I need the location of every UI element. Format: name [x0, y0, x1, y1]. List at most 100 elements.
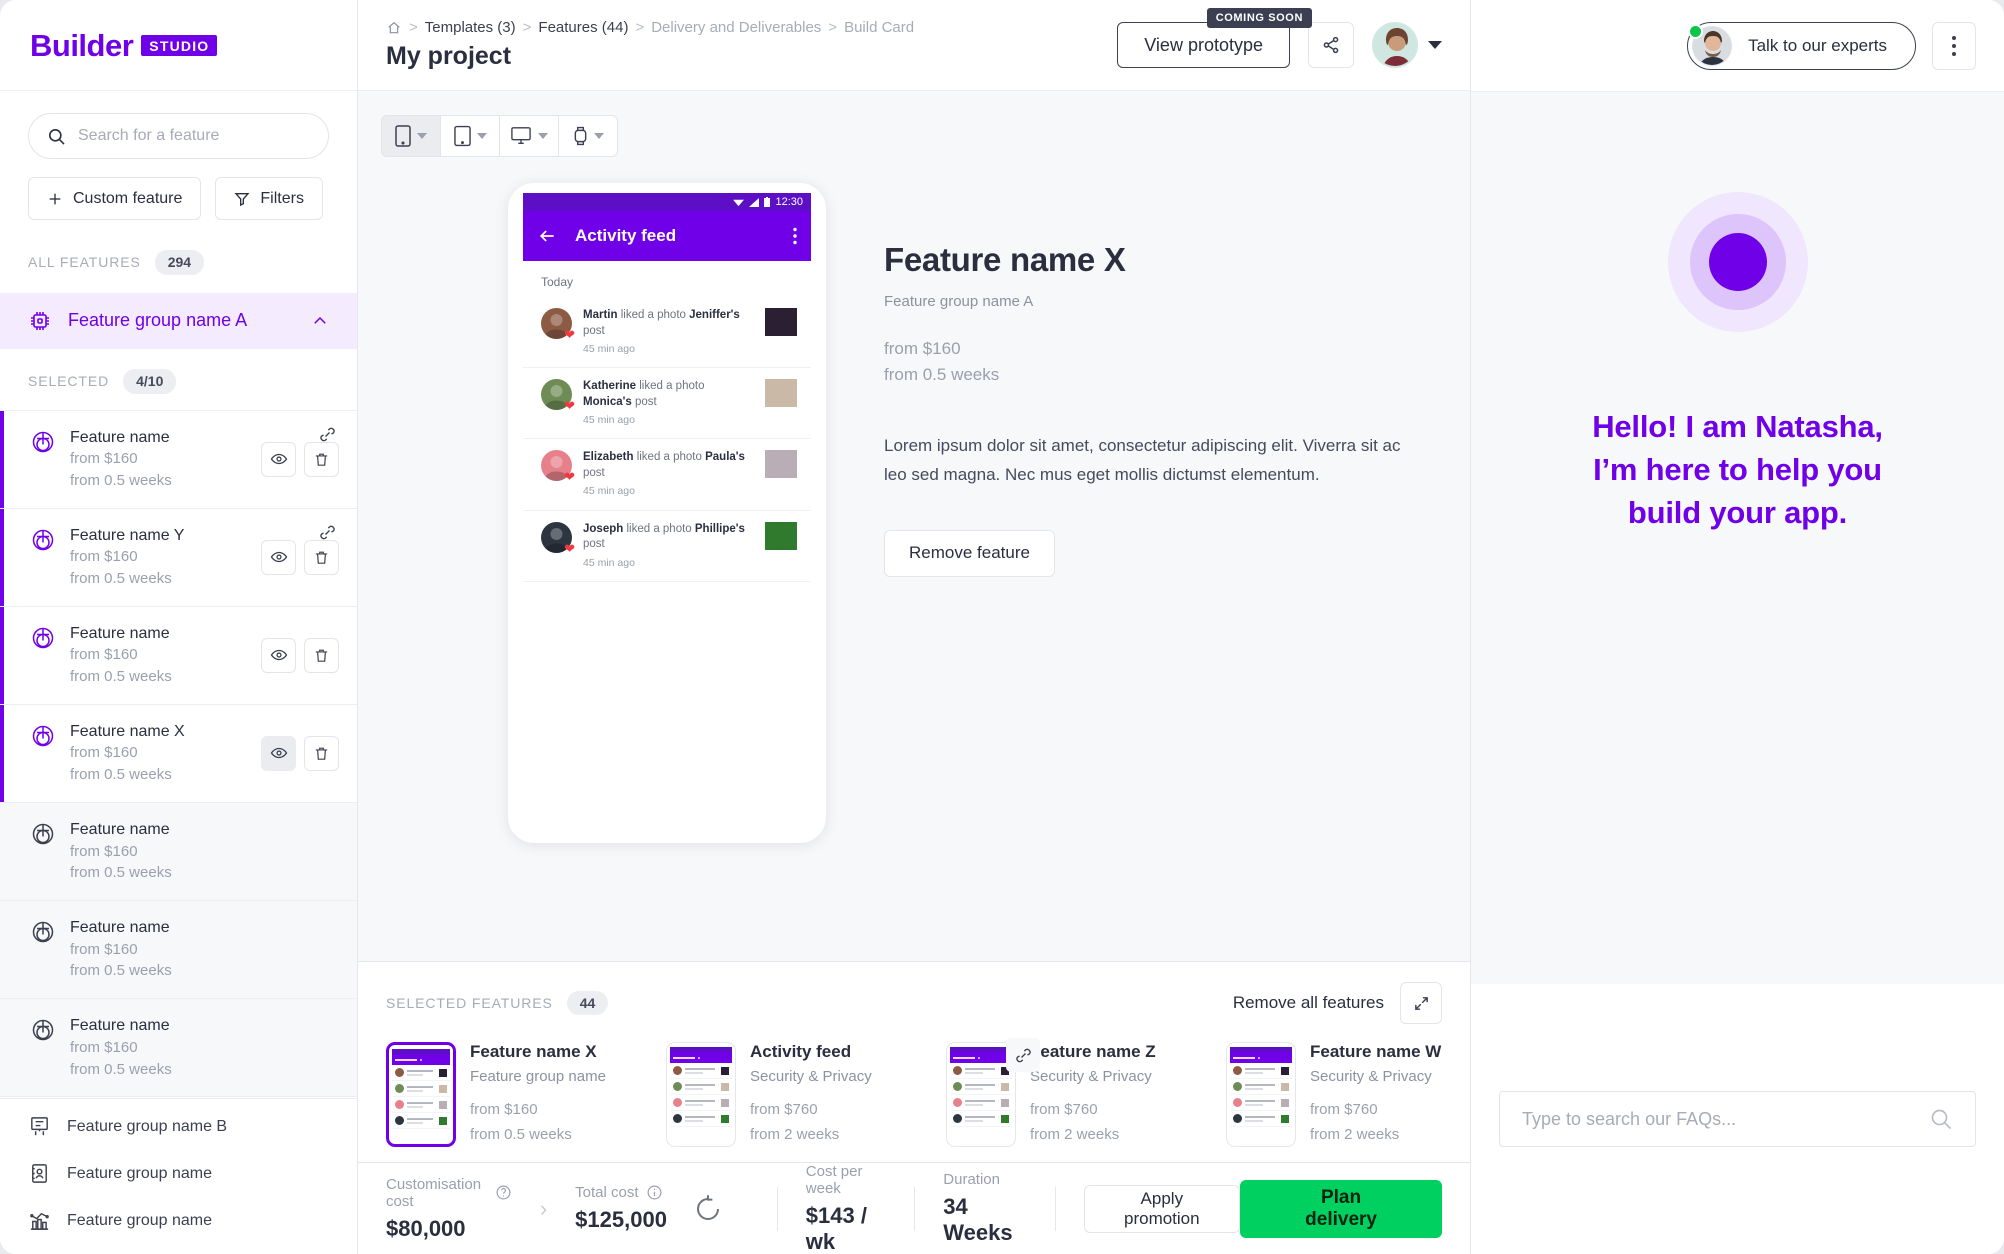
info-icon[interactable]: [646, 1184, 663, 1201]
feed-action: liked a photo: [639, 380, 705, 393]
device-toggle-tablet[interactable]: [440, 115, 500, 157]
feed-item[interactable]: ❤ Katherine liked a photo Monica's post …: [523, 368, 811, 440]
plan-delivery-button[interactable]: Plan delivery: [1240, 1179, 1442, 1238]
feature-list-item[interactable]: Feature name from $160 from 0.5 weeks: [0, 999, 357, 1098]
device-toggle-watch[interactable]: [558, 115, 618, 157]
card-duration: from 0.5 weeks: [470, 1125, 572, 1143]
kebab-menu-icon[interactable]: [793, 227, 797, 245]
search-box[interactable]: [28, 113, 329, 159]
feed-item[interactable]: ❤ Joseph liked a photo Phillipe's post 4…: [523, 511, 811, 582]
preview-feature-button[interactable]: [261, 441, 296, 477]
feature-duration: from 0.5 weeks: [70, 1060, 172, 1078]
mini-phone-preview: [386, 1042, 456, 1147]
assistant-menu-button[interactable]: [1932, 21, 1976, 70]
feed-item[interactable]: ❤ Martin liked a photo Jeniffer's post 4…: [523, 297, 811, 369]
selected-feature-card[interactable]: Activity feed Security & Privacy from $7…: [666, 1042, 930, 1147]
customisation-cost-value: $80,000: [386, 1215, 466, 1241]
feed-avatar-wrap: ❤: [541, 521, 575, 555]
delete-feature-button[interactable]: [304, 539, 339, 575]
custom-feature-button[interactable]: Custom feature: [28, 177, 202, 220]
preview-feature-button[interactable]: [261, 539, 296, 575]
selected-feature-card[interactable]: Feature name X Feature group name from $…: [386, 1042, 650, 1147]
feature-text: Feature name from $160 from 0.5 weeks: [70, 917, 339, 982]
feature-list-item[interactable]: Feature name from $160 from 0.5 weeks: [0, 606, 357, 705]
selected-feature-card[interactable]: Feature name W Security & Privacy from $…: [1226, 1042, 1490, 1147]
feature-detail-group: Feature group name A: [884, 293, 1034, 310]
sidebar-group-item-contacts[interactable]: Feature group name: [0, 1150, 357, 1197]
filters-button[interactable]: Filters: [215, 177, 323, 220]
mini-avatar: [953, 1082, 962, 1091]
feed-item[interactable]: ❤ Elizabeth liked a photo Paula's post 4…: [523, 439, 811, 511]
assistant-greeting-line2: I’m here to help you: [1593, 451, 1882, 487]
expand-icon: [1413, 995, 1430, 1012]
top-bar-left: > Templates (3) > Features (44) > Delive…: [386, 19, 1117, 71]
delete-feature-button[interactable]: [304, 735, 339, 771]
apply-promotion-button[interactable]: Apply promotion: [1083, 1184, 1241, 1233]
mini-lines: [965, 1099, 998, 1106]
mini-feed-row: [1230, 1095, 1292, 1111]
home-icon[interactable]: [386, 20, 402, 36]
search-input[interactable]: [78, 127, 310, 145]
phone-appbar: Activity feed: [523, 211, 811, 261]
card-meta: Feature name X Feature group name from $…: [470, 1042, 650, 1147]
device-toggle-phone[interactable]: [381, 115, 441, 157]
sidebar-group-item-b[interactable]: Feature group name B: [0, 1103, 357, 1150]
search-icon[interactable]: [1929, 1107, 1953, 1131]
breadcrumb-build-card[interactable]: Build Card: [844, 19, 914, 36]
link-icon[interactable]: [1006, 1038, 1040, 1072]
sidebar-group-header[interactable]: Feature group name A: [0, 292, 357, 349]
feature-list-item[interactable]: Feature name from $160 from 0.5 weeks: [0, 410, 357, 509]
feature-list-item[interactable]: Feature name Y from $160 from 0.5 weeks: [0, 508, 357, 607]
faq-search-input[interactable]: [1522, 1108, 1929, 1130]
mini-thumb: [1281, 1114, 1289, 1123]
logo[interactable]: Builder STUDIO: [30, 30, 218, 61]
trash-icon: [313, 745, 330, 762]
breadcrumb-delivery[interactable]: Delivery and Deliverables: [651, 19, 821, 36]
link-icon[interactable]: [318, 523, 337, 542]
feature-list: Feature name from $160 from 0.5 weeks Fe…: [0, 409, 357, 1098]
delete-feature-button[interactable]: [304, 441, 339, 477]
share-button[interactable]: [1308, 22, 1354, 68]
delete-feature-button[interactable]: [304, 637, 339, 673]
preview-feature-button[interactable]: [261, 735, 296, 771]
remove-feature-button[interactable]: Remove feature: [884, 529, 1055, 577]
assistant-orb-mid: [1689, 214, 1786, 310]
refresh-icon[interactable]: [693, 1194, 723, 1224]
feed-avatar-wrap: ❤: [541, 379, 575, 412]
help-icon[interactable]: [495, 1184, 512, 1201]
device-toggle-desktop[interactable]: [499, 115, 559, 157]
feature-list-item[interactable]: Feature name from $160 from 0.5 weeks: [0, 802, 357, 902]
faq-search-box[interactable]: [1499, 1091, 1976, 1147]
feed-text: Katherine liked a photo Monica's post 45…: [583, 379, 754, 427]
mini-thumb: [1001, 1082, 1009, 1091]
feature-text: Feature name from $160 from 0.5 weeks: [70, 427, 247, 492]
preview-feature-button[interactable]: [261, 637, 296, 673]
sidebar-group-item-analytics[interactable]: Feature group name: [0, 1197, 357, 1244]
remove-all-features-button[interactable]: Remove all features: [1233, 993, 1384, 1013]
feature-price: from $160: [70, 1038, 138, 1056]
sidebar-actions: Custom feature Filters: [0, 159, 357, 220]
total-cost-label: Total cost: [575, 1184, 639, 1201]
breadcrumb-templates[interactable]: Templates (3): [425, 19, 516, 36]
tablet-icon: [453, 125, 471, 147]
feature-name: Feature name X: [70, 722, 185, 740]
card-name: Feature name W: [1310, 1042, 1442, 1061]
view-prototype-button[interactable]: View prototype: [1117, 22, 1290, 68]
breadcrumb-features[interactable]: Features (44): [538, 19, 628, 36]
back-arrow-icon[interactable]: [537, 226, 557, 246]
feed-avatar-wrap: ❤: [541, 450, 575, 483]
talk-to-experts-button[interactable]: Talk to our experts: [1687, 21, 1916, 70]
link-icon[interactable]: [318, 425, 337, 444]
expand-strip-button[interactable]: [1400, 982, 1442, 1024]
mini-avatar: [953, 1114, 962, 1123]
eye-icon: [270, 548, 288, 566]
feature-list-item[interactable]: Feature name from $160 from 0.5 weeks: [0, 901, 357, 1000]
selected-feature-card[interactable]: Feature name Z Security & Privacy from $…: [946, 1038, 1210, 1147]
bar-chart-icon: [28, 1209, 51, 1232]
sidebar-group-label-b: Feature group name B: [67, 1117, 228, 1135]
main-column: > Templates (3) > Features (44) > Delive…: [358, 0, 1470, 1254]
metric-total-cost: Total cost $125,000: [575, 1184, 667, 1233]
feature-list-item[interactable]: Feature name X from $160 from 0.5 weeks: [0, 704, 357, 803]
user-menu[interactable]: [1372, 22, 1442, 68]
mini-avatar: [673, 1098, 682, 1107]
